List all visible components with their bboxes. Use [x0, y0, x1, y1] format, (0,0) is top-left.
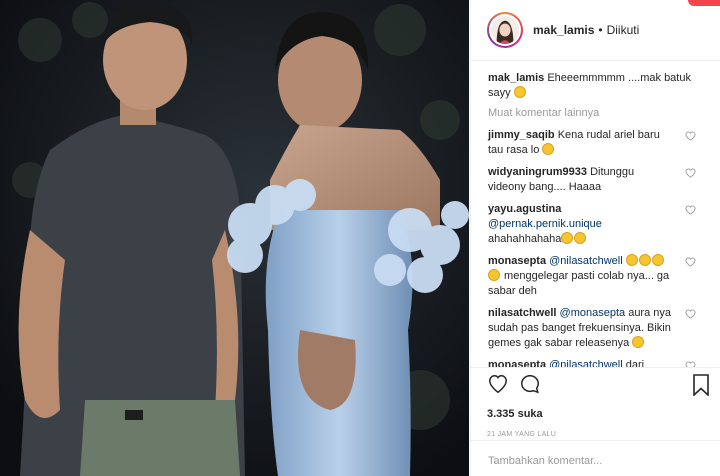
comment-bubble-icon[interactable] — [519, 373, 541, 395]
comment-mention[interactable]: @nilasatchwell — [549, 359, 623, 367]
small-heart-icon[interactable] — [685, 257, 696, 267]
comment-username[interactable]: nilasatchwell — [488, 307, 556, 319]
laughing-emoji-icon — [632, 336, 645, 348]
bookmark-icon[interactable] — [691, 374, 711, 396]
laughing-emoji-icon — [542, 143, 555, 155]
laughing-emoji-icon — [574, 232, 587, 244]
post-timestamp: 21 JAM YANG LALU — [487, 431, 557, 438]
laughing-emoji-icon — [488, 269, 500, 281]
comment-mention[interactable]: @monasepta — [560, 307, 626, 319]
small-heart-icon[interactable] — [685, 205, 696, 215]
comment-username[interactable]: monasepta — [488, 255, 546, 267]
separator-dot: • — [598, 23, 603, 37]
add-comment-bar — [471, 440, 720, 476]
comment-text: ahahahhahaha — [488, 233, 562, 245]
post-photo[interactable] — [0, 0, 469, 476]
comment-item: jimmy_saqib Kena rudal ariel baru tau ra… — [488, 128, 700, 158]
caption-username[interactable]: mak_lamis — [488, 72, 544, 84]
add-comment-input[interactable] — [488, 455, 705, 467]
comment-username[interactable]: monasepta — [488, 359, 546, 367]
laughing-emoji-icon — [625, 254, 638, 266]
avatar-image — [491, 16, 519, 44]
small-heart-icon[interactable] — [685, 168, 696, 178]
follow-status-button[interactable]: Diikuti — [607, 23, 640, 37]
load-more-comments-link[interactable]: Muat komentar lainnya — [488, 107, 700, 119]
close-tab[interactable] — [688, 0, 720, 6]
laughing-emoji-icon — [561, 232, 574, 244]
small-heart-icon[interactable] — [685, 309, 696, 319]
heart-outline-icon[interactable] — [487, 373, 509, 395]
comment-item: monasepta @nilasatchwell dari muka sama2… — [488, 358, 700, 367]
comment-username[interactable]: jimmy_saqib — [488, 129, 555, 141]
comment-item: monasepta @nilasatchwell menggelegar pas… — [488, 254, 700, 299]
comment-item: widyaningrum9933 Ditunggu videony bang..… — [488, 165, 700, 195]
comment-username[interactable]: yayu.agustina — [488, 203, 561, 215]
like-count[interactable]: 3.335 suka — [487, 408, 705, 420]
post-sidebar: mak_lamis • Diikuti mak_lamis Eheeemmmmm… — [470, 0, 720, 476]
comment-item: yayu.agustina @pernak.pernik.unique ahah… — [488, 202, 700, 247]
action-icons — [487, 370, 709, 398]
laughing-emoji-icon — [651, 254, 664, 266]
small-heart-icon[interactable] — [685, 131, 696, 141]
comment-mention[interactable]: @nilasatchwell — [549, 255, 623, 267]
post-username[interactable]: mak_lamis — [533, 23, 594, 37]
laughing-emoji-icon — [638, 254, 651, 266]
comment-mention[interactable]: @pernak.pernik.unique — [488, 218, 602, 230]
laughing-emoji-icon — [513, 86, 526, 98]
post-caption: mak_lamis Eheeemmmmm ....mak batuk sayy — [488, 71, 700, 101]
action-bar: 3.335 suka 21 JAM YANG LALU — [471, 367, 720, 438]
post-image — [0, 0, 469, 476]
comment-item: nilasatchwell @monasepta aura nya sudah … — [488, 306, 700, 351]
comment-list: mak_lamis Eheeemmmmm ....mak batuk sayy … — [471, 61, 720, 367]
avatar[interactable] — [487, 12, 523, 48]
post-header: mak_lamis • Diikuti — [471, 0, 720, 61]
comment-text: menggelegar pasti colab nya... ga sabar … — [488, 270, 670, 297]
comments: jimmy_saqib Kena rudal ariel baru tau ra… — [488, 128, 700, 367]
comment-username[interactable]: widyaningrum9933 — [488, 166, 587, 178]
